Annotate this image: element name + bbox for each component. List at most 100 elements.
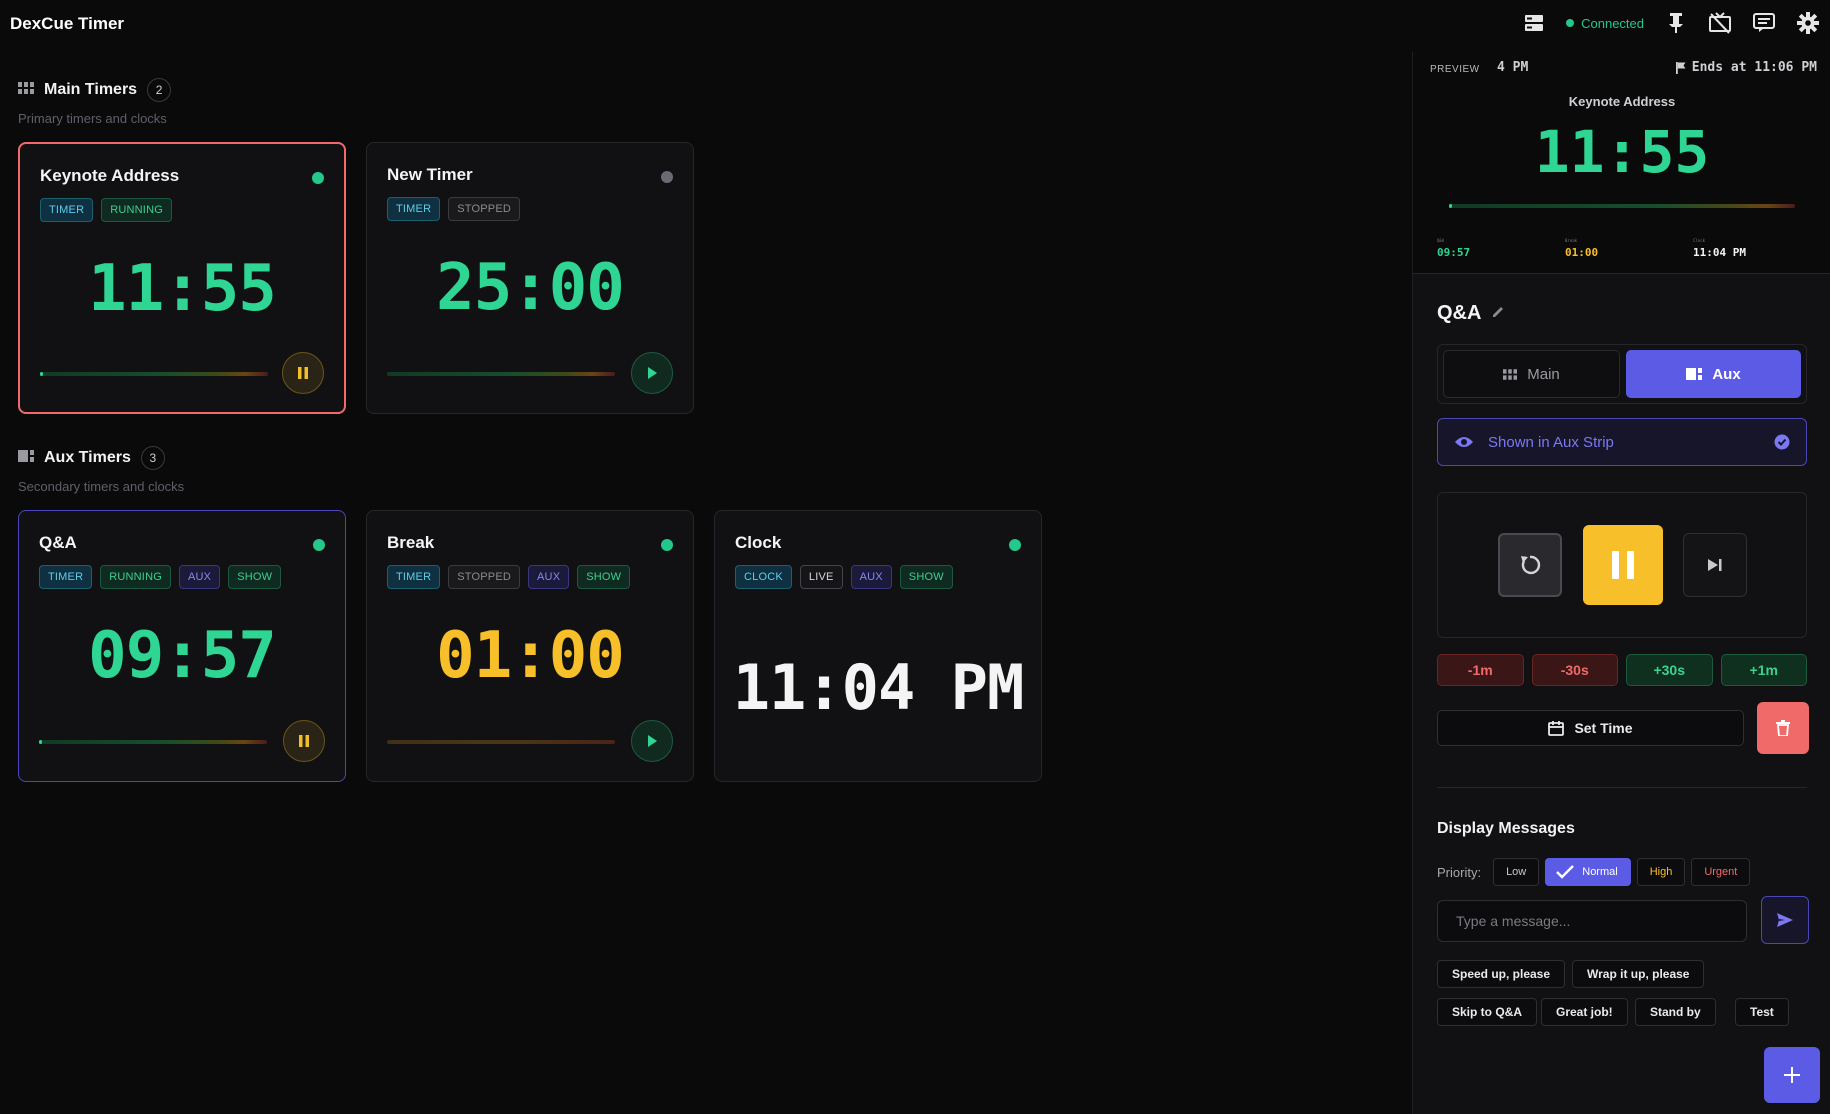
pause-button[interactable] bbox=[282, 352, 324, 394]
message-board-icon[interactable] bbox=[1752, 11, 1776, 35]
check-circle-icon bbox=[1774, 434, 1790, 450]
pause-icon bbox=[299, 735, 309, 747]
play-icon bbox=[648, 367, 657, 379]
selected-timer-title: Q&A bbox=[1437, 302, 1505, 325]
aux-mode-button[interactable]: Aux bbox=[1626, 350, 1801, 398]
aux-strip-value: 09:57 bbox=[1437, 246, 1471, 259]
plus-30s-button[interactable]: +30s bbox=[1626, 654, 1713, 686]
preview-ends: Ends at 11:06 PM bbox=[1675, 60, 1817, 75]
count-badge: 3 bbox=[140, 446, 165, 470]
timer-display: 01:00 bbox=[436, 619, 625, 693]
tag-list: TIMER RUNNING AUX SHOW bbox=[39, 565, 282, 589]
quick-message-button[interactable]: Test bbox=[1735, 998, 1789, 1026]
message-input[interactable] bbox=[1437, 900, 1747, 942]
no-display-icon[interactable] bbox=[1708, 11, 1732, 35]
tag-list: TIMER STOPPED bbox=[387, 197, 521, 221]
set-time-button[interactable]: Set Time bbox=[1437, 710, 1744, 746]
plus-icon bbox=[1784, 1067, 1800, 1083]
pencil-icon[interactable] bbox=[1491, 302, 1505, 325]
main-mode-button[interactable]: Main bbox=[1443, 350, 1620, 398]
delete-button[interactable] bbox=[1757, 702, 1809, 754]
priority-low-button[interactable]: Low bbox=[1493, 858, 1540, 886]
aux-layout-icon bbox=[1686, 368, 1703, 380]
gear-icon[interactable] bbox=[1796, 11, 1820, 35]
preview-title: Keynote Address bbox=[1568, 94, 1676, 109]
aux-strip-value: 11:04 PM bbox=[1693, 246, 1746, 259]
skip-next-button[interactable] bbox=[1683, 533, 1747, 597]
priority-urgent-button[interactable]: Urgent bbox=[1691, 858, 1751, 886]
aux-strip-item: Break 01:00 bbox=[1565, 238, 1598, 259]
set-time-label: Set Time bbox=[1574, 720, 1633, 736]
add-timer-button[interactable] bbox=[1764, 1047, 1820, 1103]
progress-fill bbox=[1449, 204, 1452, 208]
send-icon bbox=[1777, 913, 1793, 927]
type-tag: TIMER bbox=[39, 565, 93, 589]
pin-icon[interactable] bbox=[1664, 11, 1688, 35]
aux-strip-caption: Break bbox=[1565, 238, 1578, 243]
priority-label: Priority: bbox=[1437, 864, 1482, 880]
timer-card[interactable]: Clock CLOCK LIVE AUX SHOW 11:04 PM bbox=[714, 510, 1042, 782]
timer-card[interactable]: Q&A TIMER RUNNING AUX SHOW 09:57 bbox=[18, 510, 346, 782]
type-tag: TIMER bbox=[387, 197, 441, 221]
pause-icon bbox=[298, 367, 308, 379]
pause-button[interactable] bbox=[283, 720, 325, 762]
reset-icon bbox=[1521, 555, 1541, 575]
timer-display: 11:55 bbox=[88, 252, 277, 326]
section-title: Aux Timers bbox=[44, 449, 131, 466]
aux-strip-caption: Clock bbox=[1693, 238, 1706, 243]
quick-message-button[interactable]: Skip to Q&A bbox=[1437, 998, 1538, 1026]
divider bbox=[1437, 787, 1807, 788]
aux-strip-item: Q&A 09:57 bbox=[1437, 238, 1470, 259]
shown-in-aux-toggle[interactable]: Shown in Aux Strip bbox=[1437, 418, 1807, 466]
quick-message-button[interactable]: Great job! bbox=[1541, 998, 1628, 1026]
shown-label: Shown in Aux Strip bbox=[1488, 433, 1614, 451]
status-dot-icon bbox=[313, 539, 325, 551]
aux-mode-label: Aux bbox=[1712, 365, 1741, 383]
send-button[interactable] bbox=[1761, 896, 1809, 944]
preview-label: PREVIEW bbox=[1430, 64, 1480, 75]
main-mode-label: Main bbox=[1527, 365, 1560, 383]
timer-card[interactable]: Keynote Address TIMER RUNNING 11:55 bbox=[18, 142, 346, 414]
preview-ends-label: Ends at 11:06 PM bbox=[1691, 60, 1817, 75]
priority-row: Priority: Low Normal High Urgent bbox=[1437, 858, 1751, 886]
quick-message-button[interactable]: Wrap it up, please bbox=[1572, 960, 1705, 988]
count-badge: 2 bbox=[147, 78, 172, 102]
server-icon[interactable] bbox=[1522, 11, 1546, 35]
priority-high-button[interactable]: High bbox=[1636, 858, 1686, 886]
tag-list: CLOCK LIVE AUX SHOW bbox=[735, 565, 953, 589]
timer-card[interactable]: New Timer TIMER STOPPED 25:00 bbox=[366, 142, 694, 414]
timer-name: Q&A bbox=[39, 533, 77, 552]
aux-strip-item: Clock 11:04 PM bbox=[1693, 238, 1746, 259]
display-messages-title: Display Messages bbox=[1437, 820, 1575, 837]
type-tag: TIMER bbox=[387, 565, 441, 589]
plus-1m-button[interactable]: +1m bbox=[1720, 654, 1807, 686]
control-panel: PREVIEW 4 PM Ends at 11:06 PM Keynote Ad… bbox=[1412, 52, 1830, 1114]
minus-30s-button[interactable]: -30s bbox=[1531, 654, 1618, 686]
aux-timers-header: Aux Timers 3 bbox=[18, 446, 165, 470]
grid-icon bbox=[1503, 368, 1518, 380]
state-tag: RUNNING bbox=[100, 565, 171, 589]
play-button[interactable] bbox=[631, 720, 673, 762]
minus-1m-button[interactable]: -1m bbox=[1437, 654, 1524, 686]
top-actions: Connected bbox=[1522, 10, 1820, 36]
quick-message-button[interactable]: Speed up, please bbox=[1437, 960, 1566, 988]
priority-normal-button[interactable]: Normal bbox=[1545, 858, 1631, 886]
pause-button[interactable] bbox=[1583, 525, 1663, 605]
reset-button[interactable] bbox=[1498, 533, 1562, 597]
aux-tag: AUX bbox=[850, 565, 892, 589]
status-dot-icon bbox=[1009, 539, 1021, 551]
connection-dot-icon bbox=[1566, 19, 1575, 27]
play-button[interactable] bbox=[631, 352, 673, 394]
clock-display: 11:04 PM bbox=[732, 651, 1025, 724]
timer-display: 25:00 bbox=[436, 251, 625, 325]
timer-card[interactable]: Break TIMER STOPPED AUX SHOW 01:00 bbox=[366, 510, 694, 782]
timer-display: 09:57 bbox=[88, 619, 277, 693]
progress-fill bbox=[40, 372, 43, 376]
skip-next-icon bbox=[1708, 559, 1722, 571]
quick-message-button[interactable]: Stand by bbox=[1635, 998, 1716, 1026]
playback-controls bbox=[1437, 492, 1807, 638]
tag-list: TIMER RUNNING bbox=[40, 198, 172, 222]
status-dot-icon bbox=[312, 172, 324, 184]
progress-bar bbox=[387, 740, 615, 744]
selected-timer-name: Q&A bbox=[1437, 302, 1482, 324]
